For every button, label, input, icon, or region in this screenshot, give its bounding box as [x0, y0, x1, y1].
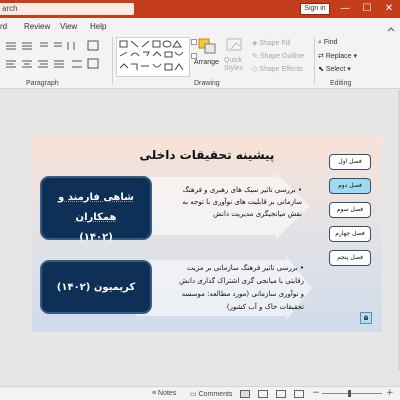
shape-outline-button[interactable]: ✎ Shape Outline: [252, 52, 304, 60]
cursor-icon: ⬉: [318, 66, 326, 73]
replace-button[interactable]: ⇄ Replace ▾: [318, 52, 357, 60]
find-label: Find: [323, 39, 338, 46]
status-bar: ≡ Notes ▭ Comments − +: [0, 386, 400, 400]
arrow-1-text[interactable]: • بررسی تاثیر سبک های رهبری و فرهنگ سازم…: [148, 184, 302, 220]
arrow-1-line: • بررسی تاثیر سبک های رهبری و فرهنگ: [182, 186, 302, 194]
tab-help[interactable]: Help: [90, 22, 106, 31]
replace-label: Replace: [325, 53, 352, 60]
tab-record[interactable]: rd: [0, 22, 7, 31]
tab-view[interactable]: View: [60, 22, 77, 31]
author-box-2-name: کریمیون (۱۴۰۲): [56, 282, 136, 293]
editing-group-label: Editing: [330, 80, 352, 87]
zoom-slider[interactable]: [322, 393, 382, 394]
author-box-1[interactable]: شاهی فارمند و همکاران (۱۴۰۲): [40, 176, 152, 243]
shape-outline-label: Shape Outline: [259, 53, 305, 60]
chevron-down-icon: ▾: [345, 66, 351, 73]
comments-label: Comments: [198, 391, 233, 398]
maximize-button[interactable]: ☐: [358, 1, 376, 16]
paragraph-group: [4, 37, 104, 79]
nav-chapter-1-button[interactable]: فصل اول: [329, 154, 371, 170]
select-label: Select: [325, 66, 346, 73]
reading-view-icon[interactable]: [276, 390, 286, 398]
title-bar: arch Sign in — ☐ ✕: [0, 0, 400, 18]
ribbon-separator: [112, 37, 113, 85]
editing-group: ⌕ Find ⇄ Replace ▾ ⬉ Select ▾: [318, 37, 388, 77]
notes-label: Notes: [158, 390, 177, 397]
shape-fill-label: Shape Fill: [259, 40, 291, 47]
comments-icon: ▭: [190, 391, 199, 398]
ribbon: Paragraph Arrange Quick Styles ◈ Shape F…: [0, 33, 400, 89]
arrange-icon: [198, 38, 216, 54]
search-input[interactable]: arch: [0, 3, 134, 15]
shape-fill-button[interactable]: ◈ Shape Fill: [252, 39, 290, 47]
find-button[interactable]: ⌕ Find: [318, 39, 338, 47]
tab-review[interactable]: Review: [24, 22, 50, 31]
nav-chapter-4-button[interactable]: فصل چهارم: [329, 226, 371, 242]
shape-format-group: ◈ Shape Fill ✎ Shape Outline ◇ Shape Eff…: [252, 37, 310, 77]
replace-icon: ⇄: [318, 53, 326, 60]
quick-styles-icon: [226, 38, 242, 51]
author-box-2[interactable]: کریمیون (۱۴۰۲): [40, 260, 152, 314]
notes-button[interactable]: ≡ Notes: [152, 390, 176, 397]
select-button[interactable]: ⬉ Select ▾: [318, 65, 351, 73]
drawing-group-label: Drawing: [194, 80, 220, 87]
shapes-gallery[interactable]: [116, 37, 190, 77]
arrange-button[interactable]: Arrange: [194, 37, 222, 77]
comments-button[interactable]: ▭ Comments: [190, 390, 232, 398]
author-box-1-name: شاهی فارمند و همکاران: [58, 192, 134, 223]
slide-page-number: ۵: [360, 312, 372, 324]
slideshow-icon[interactable]: [294, 390, 304, 398]
normal-view-icon[interactable]: [240, 390, 250, 398]
arrow-1-line: نقش میانجیگری مدیریت دانش: [213, 210, 302, 218]
slide-canvas[interactable]: پیشینه تحقیقات داخلی شاهی فارمند و همکار…: [0, 90, 400, 386]
shape-effects-label: Shape Effects: [259, 66, 303, 73]
zoom-slider-thumb[interactable]: [348, 390, 351, 397]
close-button[interactable]: ✕: [380, 1, 398, 16]
arrow-2-line: و نوآوری سازمانی (مورد مطالعه: موسسه: [181, 290, 304, 298]
chevron-down-icon: ▾: [351, 53, 357, 60]
paragraph-icons[interactable]: [4, 37, 104, 77]
author-box-1-year: (۱۴۰۲): [79, 232, 113, 243]
minimize-button[interactable]: —: [336, 1, 354, 16]
nav-chapter-3-button[interactable]: فصل سوم: [329, 202, 371, 218]
slide-sorter-icon[interactable]: [258, 390, 268, 398]
nav-chapter-2-button[interactable]: فصل دوم: [329, 178, 371, 194]
quick-styles-button[interactable]: Quick Styles: [224, 37, 252, 79]
pen-icon: ✎: [252, 53, 260, 60]
nav-chapter-5-button[interactable]: فصل پنجم: [329, 250, 371, 266]
slide[interactable]: پیشینه تحقیقات داخلی شاهی فارمند و همکار…: [32, 136, 382, 332]
zoom-out-icon[interactable]: −: [312, 388, 320, 398]
quick-styles-label: Quick Styles: [224, 57, 244, 72]
arrow-2-text[interactable]: • بررسی تاثیر فرهنگ سازمانی بر مزیت رقاب…: [148, 262, 304, 314]
arrow-2-line: رقابتی با میانجی گری اشتراک گذاری دانش: [179, 277, 304, 285]
arrow-2-line: • بررسی تاثیر فرهنگ سازمانی بر مزیت: [187, 264, 304, 272]
menu-bar: rd Review View Help: [0, 18, 400, 33]
ribbon-separator: [314, 37, 315, 85]
arrange-label: Arrange: [194, 59, 219, 66]
arrow-2-line: تحقیقات خاک و آب کشور): [226, 303, 304, 311]
paragraph-group-label: Paragraph: [26, 80, 59, 87]
arrow-1-line: سازمانی بر قابلیت های نوآوری با توجه به: [182, 198, 302, 206]
sign-in-button[interactable]: Sign in: [300, 3, 330, 15]
zoom-in-icon[interactable]: +: [386, 388, 394, 398]
shape-effects-button[interactable]: ◇ Shape Effects: [252, 65, 303, 73]
